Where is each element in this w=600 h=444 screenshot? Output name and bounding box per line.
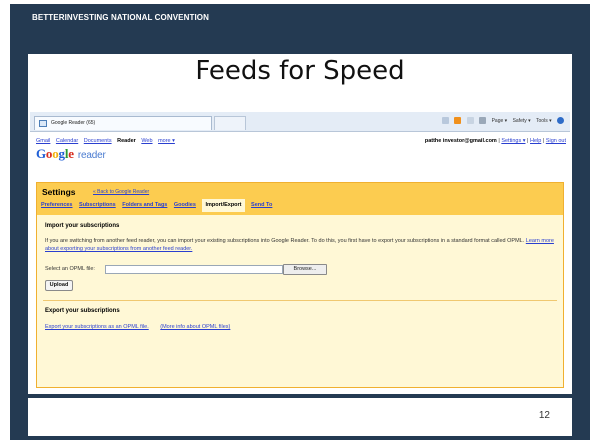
nav-more[interactable]: more ▾ [158,138,175,144]
import-description: If you are switching from another feed r… [45,237,557,253]
nav-gmail[interactable]: Gmail [36,138,50,144]
browser-tab[interactable]: Google Reader (65) [34,116,212,130]
separator: | [498,138,500,144]
page-menu[interactable]: Page ▾ [492,118,508,124]
help-link[interactable]: Help [530,138,541,144]
nav-reader: Reader [117,138,136,144]
right-band [572,54,590,440]
opml-info-link[interactable]: (More info about OPML files) [160,324,230,330]
section-divider [43,300,557,301]
tab-preferences[interactable]: Preferences [41,202,73,208]
tools-menu[interactable]: Tools ▾ [536,118,552,124]
separator: | [527,138,529,144]
reader-tab-icon [39,120,47,127]
browse-button[interactable]: Browse... [283,264,327,275]
header-band: BETTERINVESTING NATIONAL CONVENTION [10,4,590,54]
tab-import-export[interactable]: Import/Export [202,199,245,212]
logo-product: reader [77,150,106,161]
new-tab-button[interactable] [214,116,246,130]
separator: | [542,138,545,144]
back-to-reader-link[interactable]: « Back to Google Reader [93,189,149,195]
google-reader-logo[interactable]: Google reader [36,146,106,162]
settings-tabs: Preferences Subscriptions Folders and Ta… [41,199,277,212]
import-title: Import your subscriptions [45,223,120,229]
export-opml-link[interactable]: Export your subscriptions as an OPML fil… [45,324,149,330]
tab-title: Google Reader (65) [51,120,96,126]
safety-menu[interactable]: Safety ▾ [513,118,531,124]
nav-documents[interactable]: Documents [84,138,112,144]
settings-link[interactable]: Settings ▾ [501,138,525,144]
import-text: If you are switching from another feed r… [45,238,525,244]
opml-file-input[interactable] [105,265,283,274]
left-band [10,54,28,440]
export-links: Export your subscriptions as an OPML fil… [45,324,240,330]
tab-goodies[interactable]: Goodies [174,202,196,208]
settings-title: Settings [42,187,76,197]
signout-link[interactable]: Sign out [546,138,566,144]
settings-panel: Settings « Back to Google Reader Prefere… [36,182,564,388]
user-bar: patthe investor@gmail.com | Settings ▾ |… [425,138,566,144]
screenshot: Google Reader (65) Page ▾ Safety ▾ Tools… [30,112,570,392]
user-email: patthe investor@gmail.com [424,138,497,144]
home-icon[interactable] [442,117,450,124]
logo-word: Google [36,146,74,161]
print-icon[interactable] [479,117,487,124]
export-title: Export your subscriptions [45,308,120,314]
help-icon[interactable] [557,117,564,124]
nav-calendar[interactable]: Calendar [56,138,78,144]
google-nav: Gmail Calendar Documents Reader Web more… [36,138,179,144]
settings-header: Settings « Back to Google Reader Prefere… [37,183,563,215]
browser-tab-bar: Google Reader (65) Page ▾ Safety ▾ Tools… [30,112,570,132]
slide: BETTERINVESTING NATIONAL CONVENTION Feed… [0,0,600,444]
browser-toolbar: Page ▾ Safety ▾ Tools ▾ [438,117,564,124]
nav-web[interactable]: Web [141,138,152,144]
slide-title: Feeds for Speed [195,56,405,86]
footer: 12 [28,398,572,436]
tab-subscriptions[interactable]: Subscriptions [79,202,116,208]
feeds-icon[interactable] [454,117,462,124]
tab-folders-and-tags[interactable]: Folders and Tags [122,202,167,208]
mail-icon[interactable] [466,117,474,124]
tab-send-to[interactable]: Send To [251,202,272,208]
upload-button[interactable]: Upload [45,280,73,291]
header-text: BETTERINVESTING NATIONAL CONVENTION [32,13,209,22]
opml-file-label: Select an OPML file: [45,266,95,272]
page-number: 12 [538,410,550,421]
